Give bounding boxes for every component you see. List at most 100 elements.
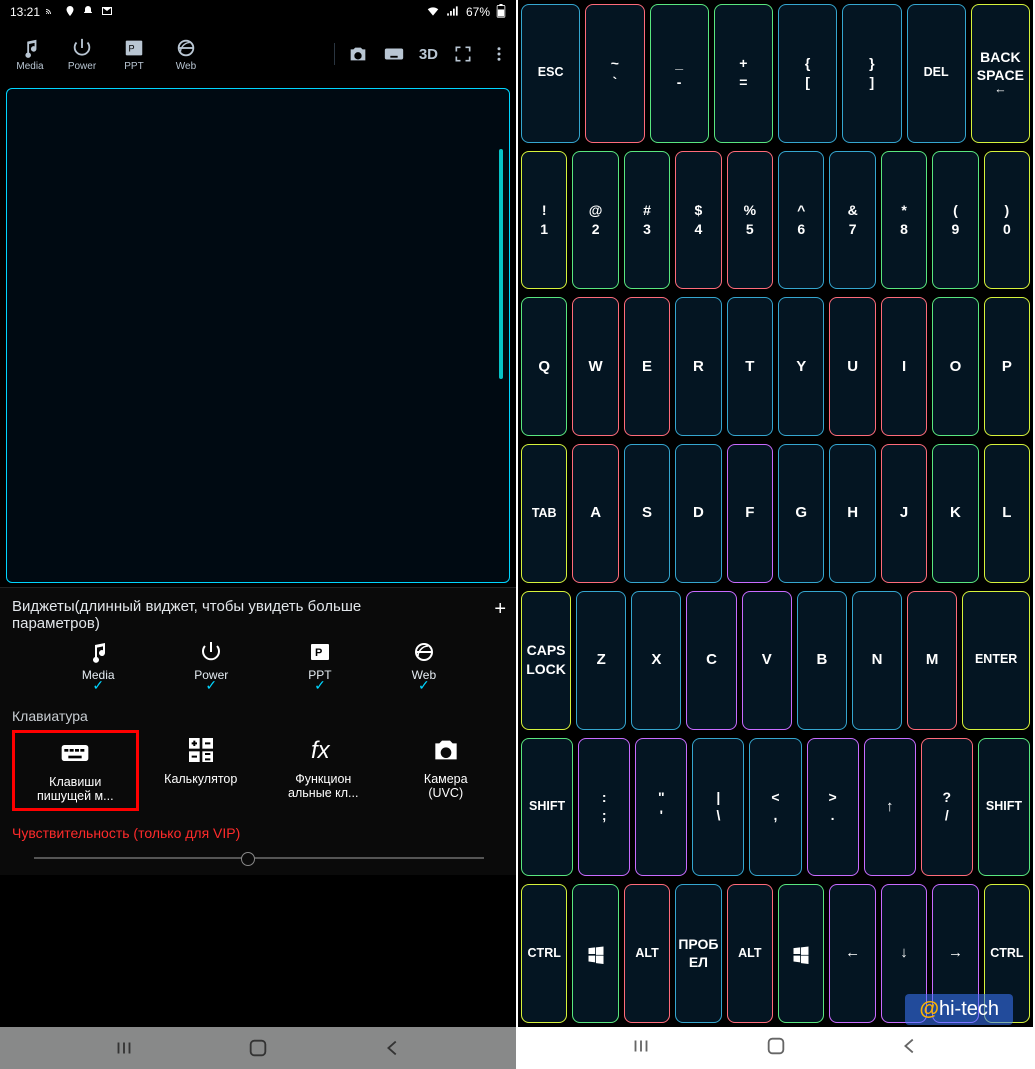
key-tab[interactable]: TAB	[521, 444, 567, 583]
key-:;[interactable]: :;	[578, 738, 630, 877]
key-&7[interactable]: &7	[829, 151, 875, 290]
key-m[interactable]: M	[907, 591, 957, 730]
key-^6[interactable]: ^6	[778, 151, 824, 290]
toolbar-web-label: Web	[176, 61, 196, 72]
key-@2[interactable]: @2	[572, 151, 618, 290]
key-f[interactable]: F	[727, 444, 773, 583]
key-backspace←[interactable]: BACKSPACE←	[971, 4, 1030, 143]
key-b[interactable]: B	[797, 591, 847, 730]
key-~`[interactable]: ~`	[585, 4, 644, 143]
widget-web[interactable]: Web ✓	[412, 640, 436, 682]
key-h[interactable]: H	[829, 444, 875, 583]
nav-recent-r[interactable]	[630, 1035, 652, 1062]
key-del[interactable]: DEL	[907, 4, 966, 143]
key-пробел[interactable]: ПРОБЕЛ	[675, 884, 721, 1023]
key-esc[interactable]: ESC	[521, 4, 580, 143]
key-⊞[interactable]	[778, 884, 824, 1023]
key-"'[interactable]: "'	[635, 738, 687, 877]
key-t[interactable]: T	[727, 297, 773, 436]
key-q[interactable]: Q	[521, 297, 567, 436]
key-l[interactable]: L	[984, 444, 1030, 583]
nav-bar-left	[0, 1027, 516, 1069]
3d-button[interactable]: 3D	[419, 46, 438, 63]
key-{[[interactable]: {[	[778, 4, 837, 143]
key-%5[interactable]: %5	[727, 151, 773, 290]
vip-sensitivity[interactable]: Чувствительность (только для VIP)	[12, 825, 506, 841]
widget-power[interactable]: Power ✓	[194, 640, 228, 682]
touchpad-area[interactable]	[6, 88, 510, 583]
key-w[interactable]: W	[572, 297, 618, 436]
key-capslock[interactable]: CAPSLOCK	[521, 591, 571, 730]
key-u[interactable]: U	[829, 297, 875, 436]
key-k[interactable]: K	[932, 444, 978, 583]
key-ctrl[interactable]: CTRL	[521, 884, 567, 1023]
kbd-camera[interactable]: Камера (UVC)	[386, 730, 507, 811]
add-widget-button[interactable]: +	[494, 598, 506, 621]
toolbar-media[interactable]: Media	[6, 37, 54, 72]
key-*8[interactable]: *8	[881, 151, 927, 290]
fullscreen-icon[interactable]	[452, 43, 474, 65]
key-<,[interactable]: <,	[749, 738, 801, 877]
key-y[interactable]: Y	[778, 297, 824, 436]
key-shift[interactable]: SHIFT	[521, 738, 573, 877]
key-v[interactable]: V	[742, 591, 792, 730]
key-r[interactable]: R	[675, 297, 721, 436]
key-n[interactable]: N	[852, 591, 902, 730]
kbd-calculator[interactable]: Калькулятор	[141, 730, 262, 811]
right-panel: ESC~`_-+={[}]DELBACKSPACE← !1@2#3$4%5^6&…	[516, 0, 1033, 1069]
key-#3[interactable]: #3	[624, 151, 670, 290]
key-alt[interactable]: ALT	[727, 884, 773, 1023]
kbd-typewriter[interactable]: Клавиши пишущей м...	[12, 730, 139, 811]
key-⊞[interactable]	[572, 884, 618, 1023]
key-z[interactable]: Z	[576, 591, 626, 730]
key-o[interactable]: O	[932, 297, 978, 436]
key-d[interactable]: D	[675, 444, 721, 583]
key-}][interactable]: }]	[842, 4, 901, 143]
toolbar-web[interactable]: Web	[162, 37, 210, 72]
status-left: 13:21	[10, 5, 114, 20]
key-g[interactable]: G	[778, 444, 824, 583]
key-enter[interactable]: ENTER	[962, 591, 1030, 730]
key-e[interactable]: E	[624, 297, 670, 436]
nav-home[interactable]	[247, 1037, 269, 1059]
kbd-function[interactable]: fx Функцион альные кл...	[263, 730, 384, 811]
nav-back[interactable]	[382, 1037, 404, 1059]
key-alt[interactable]: ALT	[624, 884, 670, 1023]
toolbar-ppt-label: PPT	[124, 61, 143, 72]
key-s[interactable]: S	[624, 444, 670, 583]
key-)0[interactable]: )0	[984, 151, 1030, 290]
key-shift[interactable]: SHIFT	[978, 738, 1030, 877]
widget-ppt[interactable]: P PPT ✓	[308, 640, 332, 682]
key-_-[interactable]: _-	[650, 4, 709, 143]
ie-icon	[175, 37, 197, 59]
nav-home-r[interactable]	[765, 1035, 787, 1062]
kbd-calc-l1: Калькулятор	[164, 772, 237, 786]
camera-icon[interactable]	[347, 43, 369, 65]
kb-row-3: QWERTYUIOP	[521, 295, 1030, 438]
key-?/[interactable]: ?/	[921, 738, 973, 877]
keyboard-icon[interactable]	[383, 43, 405, 65]
nav-recent[interactable]	[113, 1037, 135, 1059]
key-c[interactable]: C	[686, 591, 736, 730]
nav-bar-right	[518, 1027, 1033, 1069]
key-←[interactable]: ←	[829, 884, 875, 1023]
widget-media[interactable]: Media ✓	[82, 640, 115, 682]
key-|\[interactable]: |\	[692, 738, 744, 877]
more-icon[interactable]	[488, 43, 510, 65]
key->.[interactable]: >.	[807, 738, 859, 877]
key-i[interactable]: I	[881, 297, 927, 436]
key-↑[interactable]: ↑	[864, 738, 916, 877]
key-!1[interactable]: !1	[521, 151, 567, 290]
key-j[interactable]: J	[881, 444, 927, 583]
key-x[interactable]: X	[631, 591, 681, 730]
key-a[interactable]: A	[572, 444, 618, 583]
toolbar-ppt[interactable]: P PPT	[110, 37, 158, 72]
key-p[interactable]: P	[984, 297, 1030, 436]
key-(9[interactable]: (9	[932, 151, 978, 290]
kb-row-1: ESC~`_-+={[}]DELBACKSPACE←	[521, 2, 1030, 145]
key-$4[interactable]: $4	[675, 151, 721, 290]
sensitivity-slider[interactable]	[34, 857, 484, 859]
toolbar-power[interactable]: Power	[58, 37, 106, 72]
key-+=[interactable]: +=	[714, 4, 773, 143]
nav-back-r[interactable]	[899, 1035, 921, 1062]
